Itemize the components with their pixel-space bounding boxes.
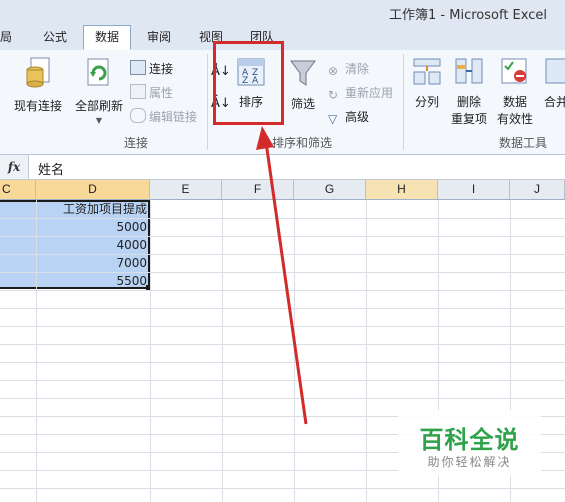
watermark-subtitle: 助你轻松解决: [427, 455, 512, 469]
watermark-title: 百科全说: [419, 426, 520, 454]
watermark: 百科全说 助你轻松解决: [398, 410, 541, 476]
